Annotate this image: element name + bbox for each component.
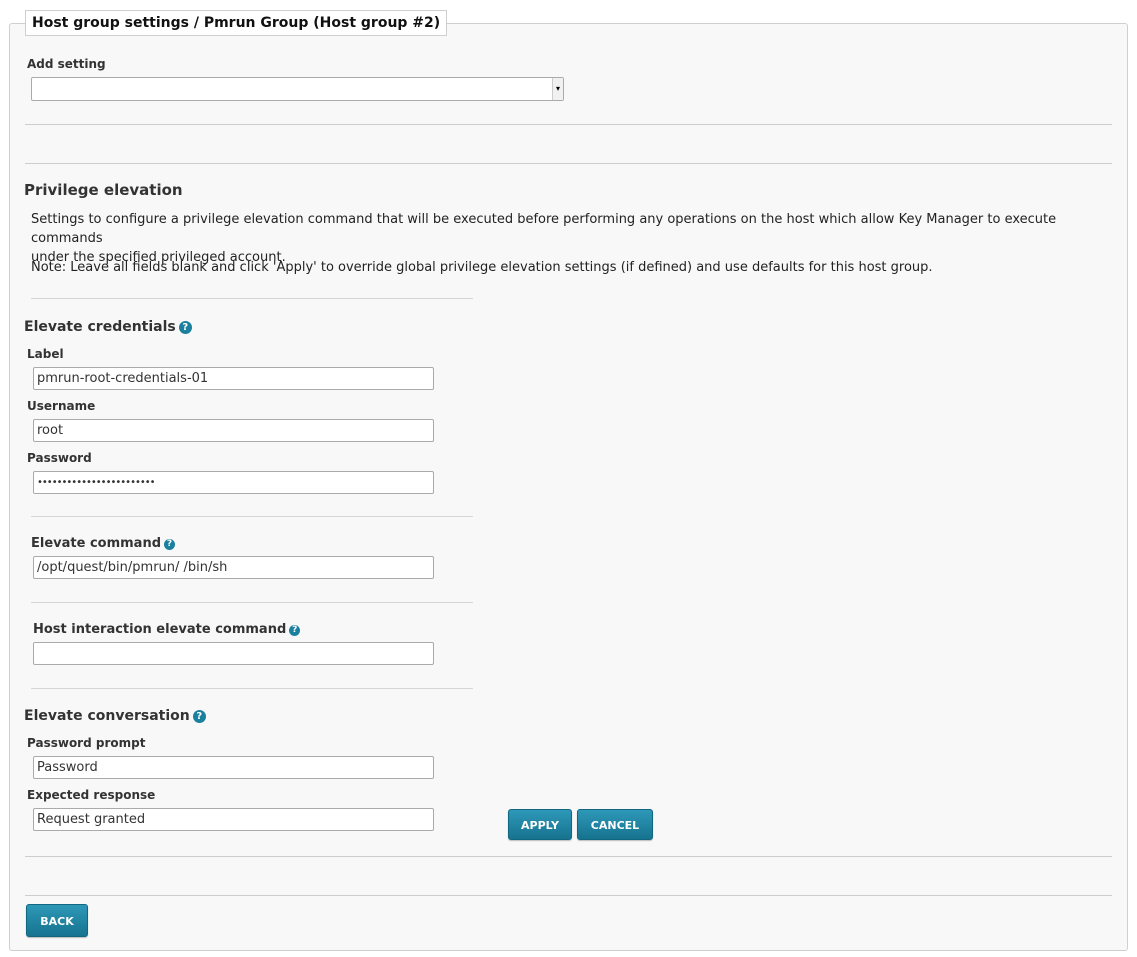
elevate-command-input[interactable] xyxy=(33,556,434,579)
expected-response-label: Expected response xyxy=(27,788,156,802)
password-input[interactable] xyxy=(33,471,434,494)
add-setting-select[interactable]: ▾ xyxy=(31,77,564,101)
help-icon[interactable]: ? xyxy=(289,625,301,636)
divider xyxy=(31,516,473,517)
apply-button[interactable]: APPLY xyxy=(508,809,572,840)
label-field-label: Label xyxy=(27,347,64,361)
elevate-credentials-heading-text: Elevate credentials xyxy=(24,319,176,335)
help-icon[interactable]: ? xyxy=(192,710,206,723)
help-icon[interactable]: ? xyxy=(164,539,176,550)
privilege-note: Note: Leave all fields blank and click '… xyxy=(31,260,933,275)
label-input[interactable] xyxy=(33,367,434,390)
divider xyxy=(31,602,473,603)
divider xyxy=(25,856,1112,857)
password-field-label: Password xyxy=(27,451,92,465)
panel-title: Host group settings / Pmrun Group (Host … xyxy=(25,10,448,36)
help-icon[interactable]: ? xyxy=(178,321,192,334)
elevate-command-label: Elevate command? xyxy=(31,536,176,551)
cancel-button[interactable]: CANCEL xyxy=(577,809,653,840)
divider xyxy=(31,298,473,299)
expected-response-input[interactable] xyxy=(33,808,434,831)
elevate-conversation-heading-text: Elevate conversation xyxy=(24,708,190,724)
host-interaction-elevate-command-label: Host interaction elevate command? xyxy=(33,622,301,637)
chevron-down-icon[interactable]: ▾ xyxy=(552,78,563,100)
divider xyxy=(31,688,473,689)
elevate-conversation-heading: Elevate conversation? xyxy=(24,708,206,724)
divider xyxy=(25,163,1112,164)
host-interaction-elevate-command-label-text: Host interaction elevate command xyxy=(33,622,287,637)
password-prompt-label: Password prompt xyxy=(27,736,146,750)
password-prompt-input[interactable] xyxy=(33,756,434,779)
add-setting-label: Add setting xyxy=(27,57,106,71)
host-interaction-elevate-command-input[interactable] xyxy=(33,642,434,665)
back-button[interactable]: BACK xyxy=(26,904,88,937)
privilege-elevation-heading: Privilege elevation xyxy=(24,181,183,199)
privilege-description-line-1: Settings to configure a privilege elevat… xyxy=(31,212,1057,246)
username-input[interactable] xyxy=(33,419,434,442)
divider xyxy=(25,124,1112,125)
divider xyxy=(25,895,1112,896)
elevate-command-label-text: Elevate command xyxy=(31,536,162,551)
username-field-label: Username xyxy=(27,399,96,413)
elevate-credentials-heading: Elevate credentials? xyxy=(24,319,192,335)
